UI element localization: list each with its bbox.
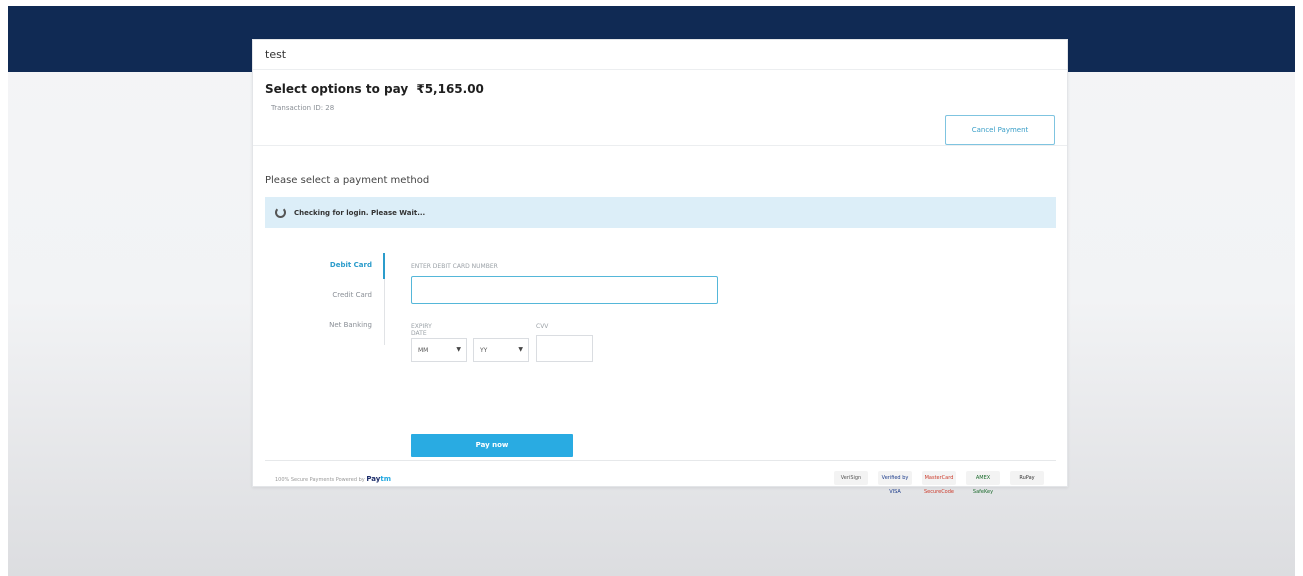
rupay-logo: RuPay: [1010, 471, 1044, 485]
paytm-logo-pay: Pay: [366, 475, 381, 483]
expiry-year-value: YY: [480, 347, 488, 354]
login-check-bar: Checking for login. Please Wait...: [265, 197, 1056, 228]
verified-by-visa-logo: Verified by VISA: [878, 471, 912, 495]
security-logos: VeriSign Verified by VISA MasterCard Sec…: [834, 471, 1044, 495]
cancel-payment-button[interactable]: Cancel Payment: [945, 115, 1055, 145]
frame-right: [1295, 0, 1303, 576]
payment-card: test Select options to pay ₹5,165.00 Tra…: [252, 39, 1068, 495]
cvv-label: CVV: [536, 323, 549, 330]
payment-method-tabs: Debit Card Credit Card Net Banking: [303, 253, 385, 345]
cvv-input[interactable]: [536, 335, 593, 362]
payment-summary: Select options to pay ₹5,165.00 Transact…: [253, 70, 1067, 146]
login-check-text: Checking for login. Please Wait...: [294, 208, 426, 217]
merchant-name: test: [253, 40, 1067, 70]
spinner-icon: [275, 207, 286, 218]
transaction-id: Transaction ID: 28: [271, 104, 335, 112]
verisign-logo: VeriSign: [834, 471, 868, 485]
pay-now-button[interactable]: Pay now: [411, 434, 573, 457]
tab-net-banking[interactable]: Net Banking: [303, 315, 384, 345]
expiry-month-value: MM: [418, 347, 429, 354]
frame-left: [0, 0, 8, 576]
card-number-input[interactable]: [411, 276, 718, 304]
secure-payments-text: 100% Secure Payments Powered by Paytm: [275, 475, 391, 483]
amount: ₹5,165.00: [416, 82, 484, 96]
expiry-year-select[interactable]: YY ▼: [473, 338, 529, 362]
amex-safekey-logo: AMEX SafeKey: [966, 471, 1000, 495]
mastercard-securecode-logo: MasterCard SecureCode: [922, 471, 956, 495]
tab-debit-card[interactable]: Debit Card: [303, 253, 385, 285]
summary-title-text: Select options to pay: [265, 82, 409, 96]
expiry-month-select[interactable]: MM ▼: [411, 338, 467, 362]
method-heading: Please select a payment method: [265, 175, 430, 186]
expiry-label: EXPIRY DATE: [411, 323, 432, 337]
card-form: ENTER DEBIT CARD NUMBER EXPIRY DATE CVV …: [411, 263, 718, 362]
summary-title: Select options to pay ₹5,165.00: [265, 82, 1067, 96]
paytm-logo-tm: tm: [380, 475, 391, 483]
tab-credit-card[interactable]: Credit Card: [303, 285, 384, 315]
card-number-label: ENTER DEBIT CARD NUMBER: [411, 263, 498, 270]
secure-text: 100% Secure Payments Powered by: [275, 477, 365, 483]
caret-down-icon: ▼: [518, 346, 523, 353]
caret-down-icon: ▼: [456, 346, 461, 353]
footer: 100% Secure Payments Powered by Paytm Ve…: [265, 460, 1056, 500]
paytm-logo: Paytm: [366, 475, 391, 483]
